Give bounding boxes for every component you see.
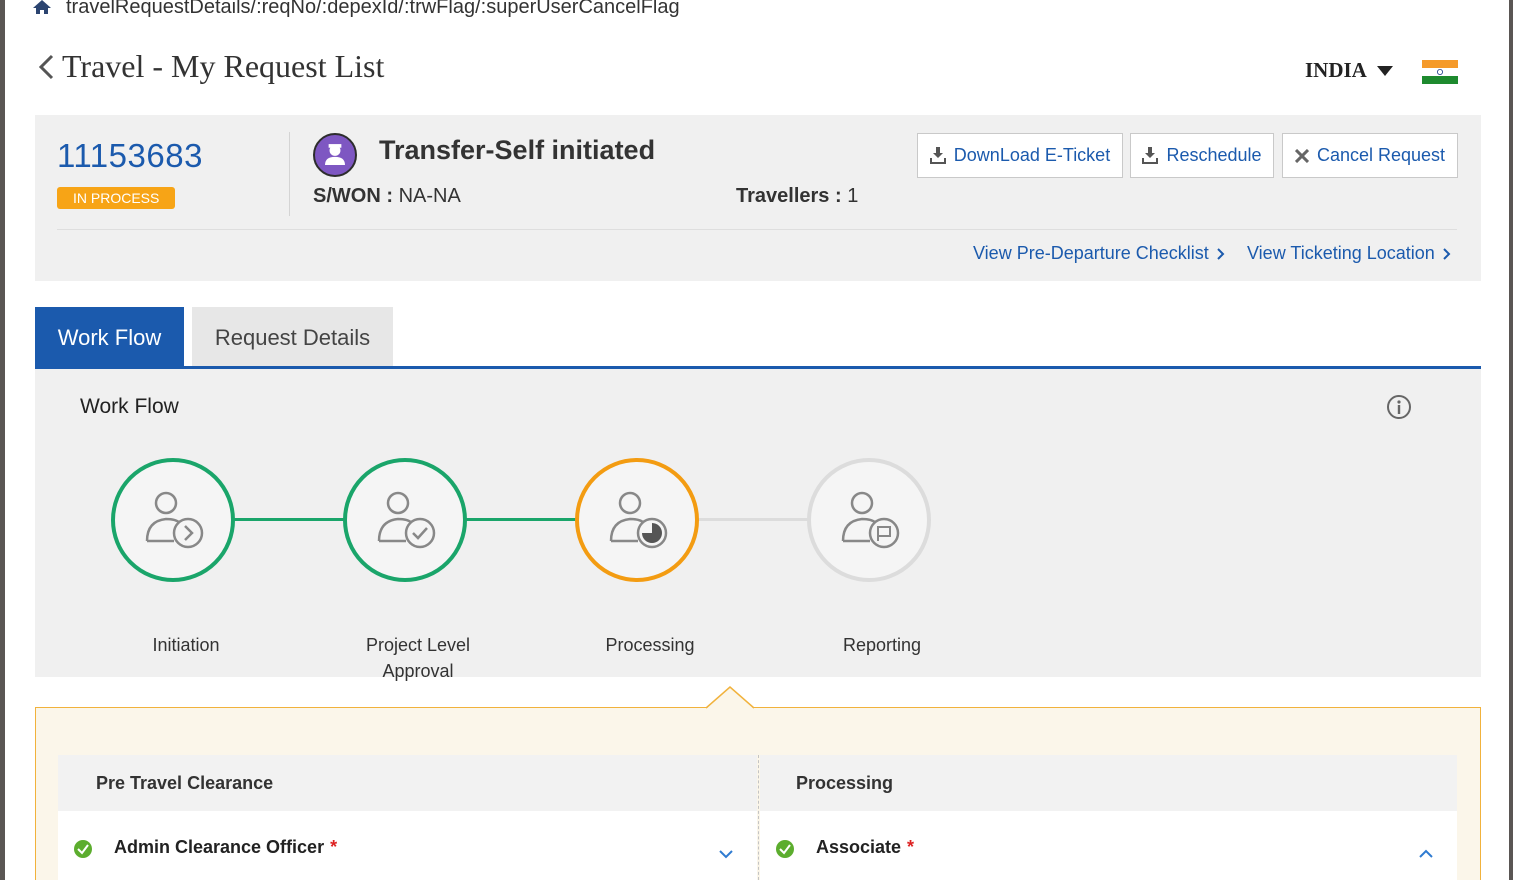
cancel-request-button[interactable]: Cancel Request — [1282, 133, 1458, 178]
ticketing-location-link[interactable]: View Ticketing Location — [1247, 243, 1451, 264]
admin-clearance-officer-label: Admin Clearance Officer * — [114, 837, 337, 858]
close-icon — [1294, 148, 1309, 163]
horizontal-divider — [57, 229, 1457, 230]
status-badge: IN PROCESS — [57, 187, 176, 209]
check-circle-icon — [74, 840, 92, 858]
workflow-step-label: Project Level Approval — [365, 635, 471, 681]
workflow-connector — [466, 518, 576, 521]
user-arrow-icon — [145, 491, 204, 549]
workflow-step-label: Processing — [605, 635, 695, 655]
caret-down-icon — [1376, 65, 1393, 76]
chevron-up-icon[interactable] — [1418, 849, 1434, 859]
user-flag-icon — [841, 491, 900, 549]
country-selector[interactable]: INDIA — [1305, 58, 1393, 83]
download-icon — [1142, 147, 1159, 164]
reschedule-label: Reschedule — [1166, 145, 1262, 165]
workflow-step-project-level-approval[interactable] — [343, 458, 467, 582]
url-text: travelRequestDetails/:reqNo/:depexId/:tr… — [66, 0, 680, 18]
processing-header: Processing — [760, 755, 1457, 811]
workflow-step-label: Reporting — [842, 635, 922, 655]
travellers-info: Travellers : 1 — [736, 185, 858, 208]
avatar — [313, 133, 357, 177]
user-check-icon — [377, 491, 436, 549]
download-icon — [929, 147, 946, 164]
user-clock-icon — [609, 491, 668, 549]
country-label: INDIA — [1305, 58, 1367, 82]
travellers-value: 1 — [847, 185, 859, 207]
workflow-step-reporting[interactable] — [807, 458, 931, 582]
swon-value: NA-NA — [398, 185, 461, 207]
row-label-text: Associate — [816, 837, 902, 857]
workflow-step-initiation[interactable] — [111, 458, 235, 582]
window-frame-right — [1509, 0, 1513, 880]
workflow-title: Work Flow — [80, 395, 179, 418]
required-marker: * — [907, 837, 915, 857]
vertical-divider — [289, 132, 290, 216]
row-label-text: Admin Clearance Officer — [114, 837, 325, 857]
admin-clearance-officer-row[interactable]: Admin Clearance Officer * — [58, 811, 757, 880]
pre-departure-checklist-link[interactable]: View Pre-Departure Checklist — [973, 243, 1225, 264]
required-marker: * — [330, 837, 338, 857]
workflow-connector — [698, 518, 808, 521]
home-icon[interactable] — [32, 0, 52, 15]
chevron-right-icon — [1217, 247, 1225, 260]
download-eticket-label: DownLoad E-Ticket — [953, 145, 1111, 165]
page-header: Travel - My Request List — [36, 48, 384, 85]
tab-work-flow[interactable]: Work Flow — [35, 307, 184, 368]
chevron-down-icon[interactable] — [718, 849, 734, 859]
reschedule-button[interactable]: Reschedule — [1130, 133, 1274, 178]
workflow-panel: Work Flow Initiation Project Level Appro… — [35, 369, 1481, 681]
tab-request-details[interactable]: Request Details — [192, 307, 393, 368]
ticketing-location-label: View Ticketing Location — [1247, 243, 1435, 263]
chevron-right-icon — [1443, 247, 1451, 260]
window-frame-left — [0, 0, 5, 880]
check-circle-icon — [776, 840, 794, 858]
swon-info: S/WON : NA-NA — [313, 185, 461, 208]
back-chevron-icon[interactable] — [36, 52, 56, 82]
workflow-step-label: Initiation — [152, 635, 220, 655]
travellers-label: Travellers : — [736, 185, 842, 207]
pre-travel-clearance-header: Pre Travel Clearance — [58, 755, 757, 811]
swon-label: S/WON : — [313, 185, 393, 207]
pre-departure-checklist-label: View Pre-Departure Checklist — [973, 243, 1209, 263]
workflow-connector — [234, 518, 344, 521]
request-type: Transfer-Self initiated — [379, 135, 656, 165]
info-icon[interactable] — [1385, 393, 1413, 421]
workflow-step-processing[interactable] — [575, 458, 699, 582]
page-title: Travel - My Request List — [62, 48, 385, 84]
download-eticket-button[interactable]: DownLoad E-Ticket — [917, 133, 1123, 178]
url-bar: travelRequestDetails/:reqNo/:depexId/:tr… — [32, 0, 680, 20]
associate-label: Associate * — [816, 837, 914, 858]
step-pointer — [706, 686, 754, 709]
associate-row[interactable]: Associate * — [760, 811, 1457, 880]
request-summary-panel: 11153683 IN PROCESS Transfer-Self initia… — [35, 115, 1481, 281]
cancel-request-label: Cancel Request — [1316, 145, 1446, 165]
india-flag-icon — [1422, 60, 1458, 84]
request-number: 11153683 — [57, 137, 203, 174]
column-divider — [758, 755, 759, 880]
